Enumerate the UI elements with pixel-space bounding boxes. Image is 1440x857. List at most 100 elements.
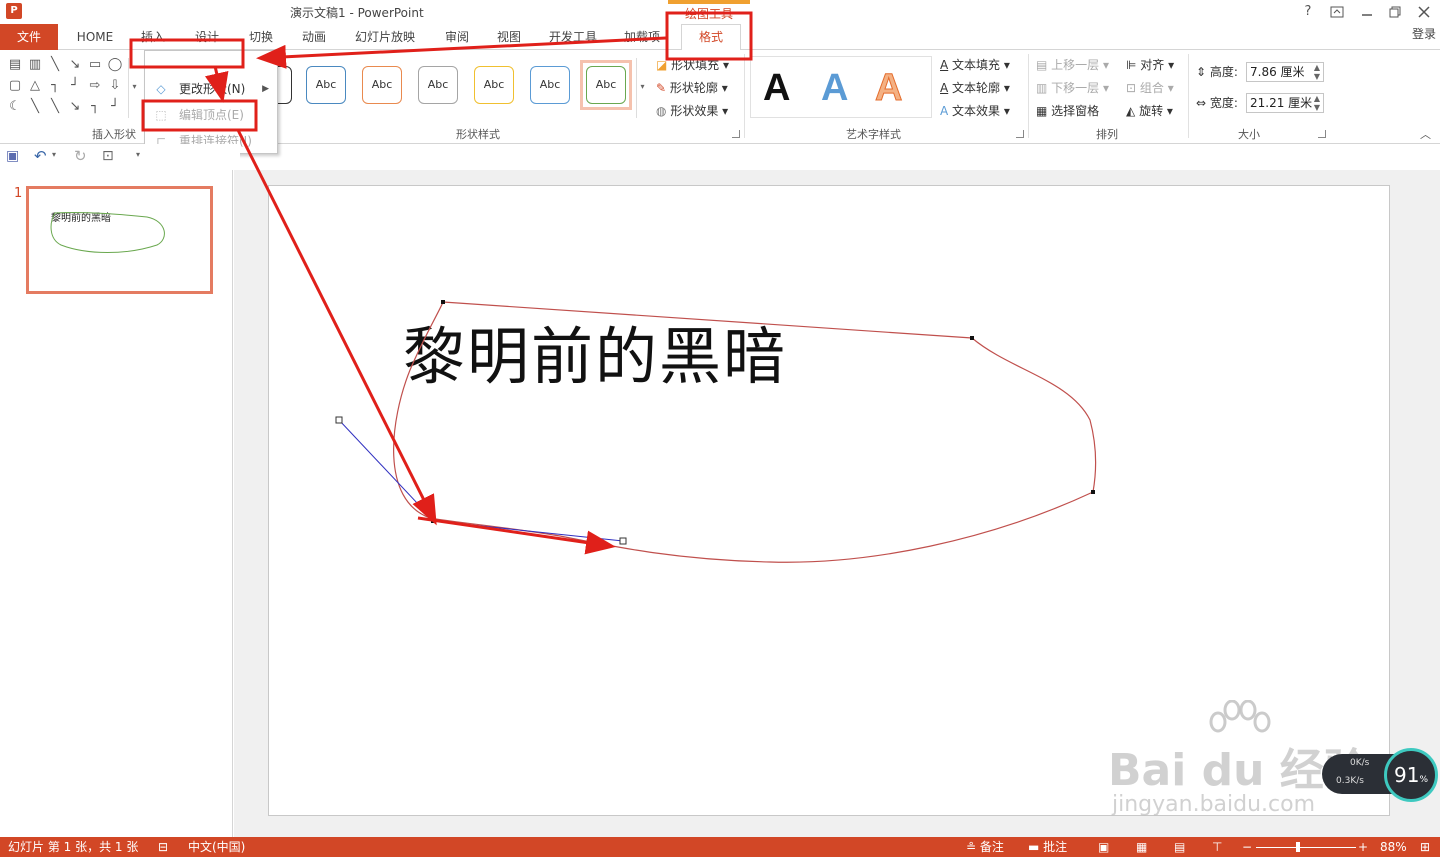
oval-shape-icon[interactable]: ◯ — [106, 56, 124, 74]
wordart-style-1[interactable]: A — [821, 67, 848, 110]
elbow3-shape-icon[interactable]: ┘ — [106, 98, 124, 116]
tab-format[interactable]: 格式 — [681, 24, 741, 51]
start-from-beginning-icon[interactable]: ⊡ — [102, 148, 114, 164]
comments-button[interactable]: ▬ 批注 — [1028, 837, 1067, 857]
vertical-textbox-shape-icon[interactable]: ▥ — [26, 56, 44, 74]
shape-style-3[interactable]: Abc — [418, 66, 458, 104]
group-button[interactable]: ⊡ 组合 ▾ — [1126, 79, 1174, 96]
selection-pane-button[interactable]: ▦ 选择窗格 — [1036, 102, 1099, 119]
height-spinner[interactable]: ▲ ▼ — [1314, 63, 1320, 81]
arrow-line-shape-icon[interactable]: ↘ — [66, 56, 84, 74]
shape-style-1[interactable]: Abc — [306, 66, 346, 104]
shape-outline-button[interactable]: ✎ 形状轮廓 ▾ — [656, 79, 728, 96]
shape-effects-button[interactable]: ◍ 形状效果 ▾ — [656, 102, 728, 119]
down-arrow-shape-icon[interactable]: ⇩ — [106, 77, 124, 95]
tab-animations[interactable]: 动画 — [291, 24, 337, 50]
comments-icon: ▬ — [1028, 840, 1040, 854]
network-speed-widget[interactable]: 0K/s 0.3K/s 91% — [1322, 748, 1440, 802]
zoom-in-icon[interactable]: + — [1358, 837, 1368, 857]
tab-file[interactable]: 文件 — [0, 24, 58, 50]
elbow2-shape-icon[interactable]: ┐ — [86, 98, 104, 116]
wordart-dialog-launcher[interactable] — [1016, 130, 1024, 138]
triangle-shape-icon[interactable]: △ — [26, 77, 44, 95]
slide-thumbnail[interactable]: 黎明前的黑暗 — [26, 186, 213, 294]
selection-pane-label: 选择窗格 — [1051, 104, 1100, 118]
tab-insert[interactable]: 插入 — [130, 24, 176, 50]
text-outline-button[interactable]: A 文本轮廓 ▾ — [940, 79, 1010, 96]
tab-review[interactable]: 审阅 — [434, 24, 480, 50]
slide-sorter-icon[interactable]: ▦ — [1136, 837, 1147, 857]
width-spinner[interactable]: ▲ ▼ — [1314, 94, 1320, 112]
menu-item-edit-points[interactable]: ⬚ 编辑顶点(E) — [147, 103, 275, 127]
edit-points-label: 编辑顶点(E) — [179, 108, 244, 122]
tab-home[interactable]: HOME — [64, 24, 126, 50]
wordart-style-0[interactable]: A — [763, 67, 790, 110]
notes-button[interactable]: ≗ 备注 — [966, 837, 1004, 857]
slideshow-view-icon[interactable]: ⊤ — [1212, 837, 1222, 857]
zoom-level[interactable]: 88% — [1380, 837, 1407, 857]
wordart-gallery[interactable]: A A A — [750, 56, 932, 118]
undo-icon[interactable]: ↶ — [34, 147, 47, 165]
bring-forward-button[interactable]: ▤ 上移一层 ▾ — [1036, 56, 1109, 73]
shape-style-4[interactable]: Abc — [474, 66, 514, 104]
rectangle-shape-icon[interactable]: ▭ — [86, 56, 104, 74]
slide-title-text[interactable]: 黎明前的黑暗 — [403, 306, 787, 396]
tab-view[interactable]: 视图 — [486, 24, 532, 50]
restore-icon[interactable] — [1381, 2, 1409, 22]
shape-style-6[interactable]: Abc — [586, 66, 626, 104]
height-input[interactable]: 7.86 厘米 ▲ ▼ — [1246, 62, 1324, 82]
spell-check-icon[interactable]: ⊟ — [158, 837, 168, 857]
text-fill-button[interactable]: A 文本填充 ▾ — [940, 56, 1010, 73]
powerpoint-app-icon[interactable]: P — [6, 3, 22, 19]
zoom-out-icon[interactable]: − — [1242, 837, 1252, 857]
shape-fill-button[interactable]: ◪ 形状填充 ▾ — [656, 56, 729, 73]
size-dialog-launcher[interactable] — [1318, 130, 1326, 138]
text-effects-button[interactable]: A 文本效果 ▾ — [940, 102, 1010, 119]
freeform-shape-icon[interactable]: ☾ — [6, 98, 24, 116]
wordart-style-2[interactable]: A — [874, 67, 902, 110]
align-button[interactable]: ⊫ 对齐 ▾ — [1126, 56, 1174, 73]
shape-style-2[interactable]: Abc — [362, 66, 402, 104]
shape-style-5[interactable]: Abc — [530, 66, 570, 104]
width-input[interactable]: 21.21 厘米 ▲ ▼ — [1246, 93, 1324, 113]
elbow-connector-shape-icon[interactable]: ┐ — [46, 77, 64, 95]
reading-view-icon[interactable]: ▤ — [1174, 837, 1185, 857]
tab-addins[interactable]: 加载项 — [614, 24, 670, 50]
shapes-gallery[interactable]: ▤ ▥ ╲ ↘ ▭ ◯ ▢ △ ┐ ┘ ⇨ ⇩ ☾ ╲ ╲ ↘ ┐ ┘ — [6, 56, 136, 118]
rotate-button[interactable]: ◭ 旋转 ▾ — [1126, 102, 1173, 119]
rounded-rect-shape-icon[interactable]: ▢ — [6, 77, 24, 95]
minimize-icon[interactable] — [1353, 2, 1381, 22]
help-icon[interactable]: ? — [1294, 2, 1322, 22]
collapse-ribbon-icon[interactable]: ︿ — [1420, 126, 1431, 142]
connector-shape-icon[interactable]: ↘ — [66, 98, 84, 116]
elbow-arrow-shape-icon[interactable]: ┘ — [66, 77, 84, 95]
line2-shape-icon[interactable]: ╲ — [26, 98, 44, 116]
curve-shape-icon[interactable]: ╲ — [46, 98, 64, 116]
quick-access-toolbar: ▣ ↶ ▾ ↻ ⊡ ▾ — [0, 144, 240, 170]
customize-qat-icon[interactable]: ▾ — [136, 150, 140, 159]
save-icon[interactable]: ▣ — [6, 148, 19, 164]
language-status[interactable]: 中文(中国) — [188, 837, 245, 857]
close-icon[interactable] — [1410, 2, 1438, 22]
tab-developer[interactable]: 开发工具 — [542, 24, 604, 50]
right-arrow-shape-icon[interactable]: ⇨ — [86, 77, 104, 95]
shape-styles-dialog-launcher[interactable] — [732, 130, 740, 138]
shape-styles-scroll[interactable]: ▾ — [636, 58, 648, 118]
normal-view-icon[interactable]: ▣ — [1098, 837, 1109, 857]
shapes-gallery-scroll[interactable]: ▾ — [128, 58, 140, 118]
tab-transitions[interactable]: 切换 — [238, 24, 284, 50]
zoom-slider-track[interactable] — [1256, 847, 1356, 848]
tab-slideshow[interactable]: 幻灯片放映 — [348, 24, 422, 50]
tab-design[interactable]: 设计 — [184, 24, 230, 50]
ribbon-display-options-icon[interactable] — [1323, 2, 1351, 22]
textbox-shape-icon[interactable]: ▤ — [6, 56, 24, 74]
login-link[interactable]: 登录 — [1412, 24, 1436, 44]
fit-slide-icon[interactable]: ⊞ — [1420, 837, 1430, 857]
line-shape-icon[interactable]: ╲ — [46, 56, 64, 74]
send-backward-button[interactable]: ▥ 下移一层 ▾ — [1036, 79, 1109, 96]
memory-gauge[interactable]: 91% — [1384, 748, 1438, 802]
zoom-slider-thumb[interactable] — [1296, 842, 1300, 852]
undo-dropdown-icon[interactable]: ▾ — [52, 150, 56, 159]
redo-icon[interactable]: ↻ — [74, 147, 87, 165]
menu-item-change-shape[interactable]: ◇ 更改形状(N) ▶ — [147, 77, 275, 101]
